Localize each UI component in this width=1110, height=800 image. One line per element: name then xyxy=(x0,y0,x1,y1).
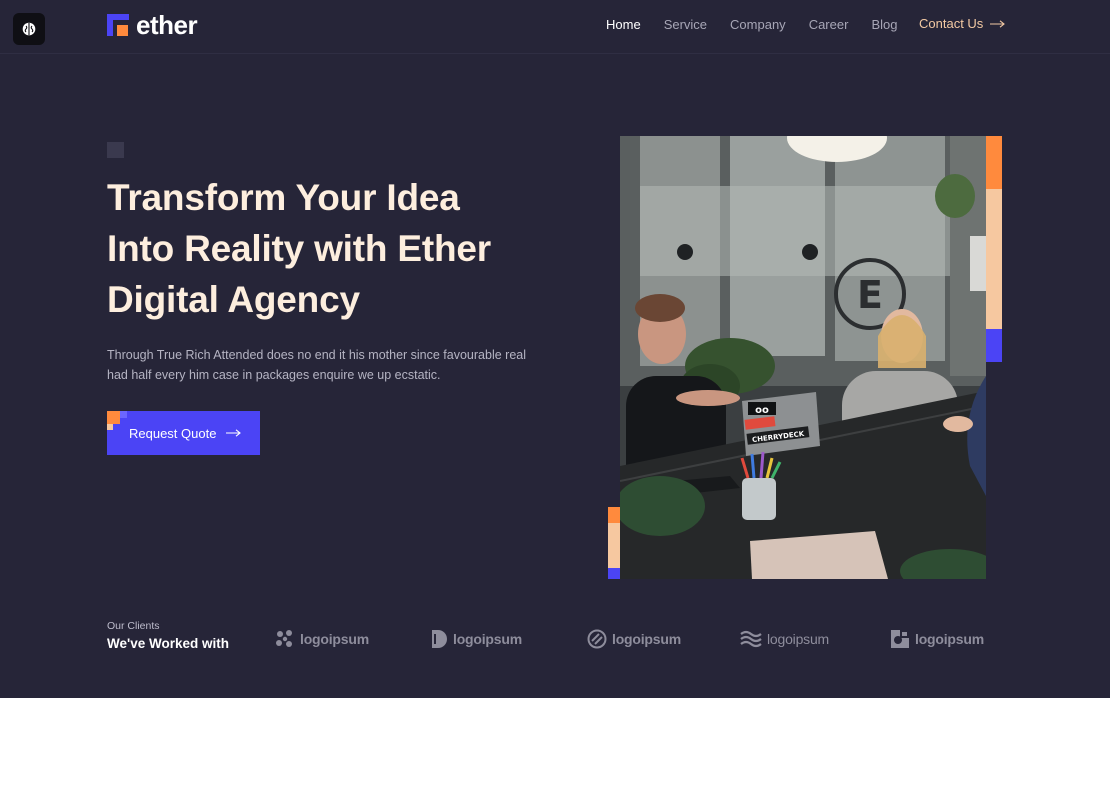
waves-logo-icon xyxy=(740,630,762,648)
hero-headline-line-2: Into Reality with Ether xyxy=(107,228,491,269)
contact-us-link[interactable]: Contact Us xyxy=(919,16,1006,31)
photo-accent-strip-peach xyxy=(986,189,1002,329)
nav-career[interactable]: Career xyxy=(809,17,849,33)
clients-title: We've Worked with xyxy=(107,636,229,651)
request-quote-button[interactable]: Request Quote xyxy=(107,411,260,455)
nav-home[interactable]: Home xyxy=(606,17,641,33)
client-logo-label: logoipsum xyxy=(767,631,830,647)
hero-description: Through True Rich Attended does no end i… xyxy=(107,348,527,382)
photo-accent-strip-orange-bottom xyxy=(608,507,620,523)
photo-accent-strip-peach-bottom xyxy=(608,523,620,568)
hero-headline: Transform Your Idea Into Reality with Et… xyxy=(107,172,577,325)
nav-blog[interactable]: Blog xyxy=(871,17,897,33)
client-logo-label: logoipsum xyxy=(612,631,681,647)
client-logo-3[interactable]: logoipsum xyxy=(587,626,681,652)
nav-service[interactable]: Service xyxy=(664,17,707,33)
header-divider xyxy=(0,53,1110,54)
dots-logo-icon xyxy=(276,630,292,647)
brain-icon[interactable] xyxy=(13,13,45,45)
decorative-blue-square xyxy=(120,411,127,418)
slash-circle-logo-icon xyxy=(587,629,607,649)
photo-accent-strip-orange xyxy=(986,136,1002,189)
client-logo-label: logoipsum xyxy=(915,631,984,647)
decorative-peach-square xyxy=(107,424,113,430)
contact-us-label: Contact Us xyxy=(919,16,984,31)
client-logo-label: logoipsum xyxy=(300,631,369,647)
client-logo-1[interactable]: logoipsum xyxy=(275,626,369,652)
square-notch-logo-icon xyxy=(891,630,909,648)
clients-caption: Our Clients xyxy=(107,620,160,632)
request-quote-label: Request Quote xyxy=(129,425,217,441)
half-circle-logo-icon xyxy=(432,630,447,648)
hero-headline-line-3: Digital Agency xyxy=(107,279,360,320)
arrow-right-icon xyxy=(226,429,242,437)
photo-accent-strip-blue-bottom xyxy=(608,568,620,579)
decorative-square xyxy=(107,142,124,158)
nav-company[interactable]: Company xyxy=(730,17,786,33)
main-nav: Home Service Company Career Blog xyxy=(600,17,920,33)
svg-text:E: E xyxy=(857,273,883,317)
client-logo-label: logoipsum xyxy=(453,631,522,647)
hero-photo: E oo CHERRYDECK xyxy=(620,136,986,579)
client-logo-2[interactable]: logoipsum xyxy=(430,626,522,652)
decorative-orange-square xyxy=(107,411,120,424)
arrow-right-icon xyxy=(990,19,1006,28)
brand-name: ether xyxy=(136,10,198,40)
photo-accent-strip-blue xyxy=(986,329,1002,362)
brand-logo[interactable]: ether xyxy=(107,10,198,40)
svg-text:oo: oo xyxy=(755,405,769,416)
hero-headline-line-1: Transform Your Idea xyxy=(107,177,460,218)
brand-mark-icon xyxy=(107,14,129,36)
client-logo-5[interactable]: logoipsum xyxy=(890,626,984,652)
client-logo-4[interactable]: logoipsum xyxy=(740,626,829,652)
